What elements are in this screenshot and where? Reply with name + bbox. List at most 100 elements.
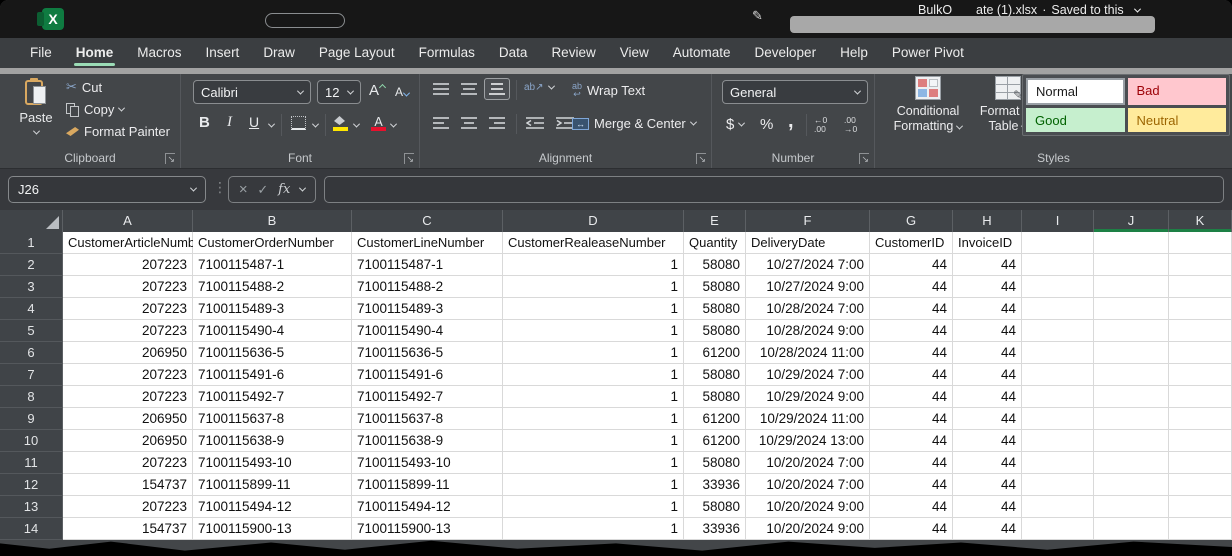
cell-D4[interactable]: 1 <box>503 298 684 320</box>
cell-G13[interactable]: 44 <box>870 496 953 518</box>
increase-font-button[interactable]: A <box>369 82 385 99</box>
cell-E7[interactable]: 58080 <box>684 364 746 386</box>
cell-E5[interactable]: 58080 <box>684 320 746 342</box>
percent-button[interactable]: % <box>760 116 773 133</box>
tab-data[interactable]: Data <box>487 38 540 68</box>
cell-I1[interactable] <box>1022 232 1094 254</box>
cell-B9[interactable]: 7100115637-8 <box>193 408 352 430</box>
tab-macros[interactable]: Macros <box>125 38 193 68</box>
style-bad[interactable]: Bad <box>1128 78 1227 105</box>
cell-H12[interactable]: 44 <box>953 474 1022 496</box>
cell-C3[interactable]: 7100115488-2 <box>352 276 503 298</box>
font-name-select[interactable]: Calibri <box>193 80 311 104</box>
cell-E8[interactable]: 58080 <box>684 386 746 408</box>
cell-K14[interactable] <box>1169 518 1232 540</box>
tab-help[interactable]: Help <box>828 38 880 68</box>
increase-decimal-button[interactable]: ←0 .00 <box>814 116 827 134</box>
align-top-button[interactable] <box>428 78 454 100</box>
number-format-select[interactable]: General <box>722 80 868 104</box>
cell-A8[interactable]: 207223 <box>63 386 193 408</box>
cell-H9[interactable]: 44 <box>953 408 1022 430</box>
cell-G8[interactable]: 44 <box>870 386 953 408</box>
row-header-2[interactable]: 2 <box>0 254 63 276</box>
insert-function-icon[interactable]: fx <box>278 182 290 197</box>
cell-A10[interactable]: 206950 <box>63 430 193 452</box>
column-header-F[interactable]: F <box>746 210 870 232</box>
cell-F10[interactable]: 10/29/2024 13:00 <box>746 430 870 452</box>
cell-B2[interactable]: 7100115487-1 <box>193 254 352 276</box>
cell-C1[interactable]: CustomerLineNumber <box>352 232 503 254</box>
cell-B7[interactable]: 7100115491-6 <box>193 364 352 386</box>
italic-button[interactable]: I <box>227 114 232 131</box>
merge-center-button[interactable]: ↔ Merge & Center <box>572 116 696 131</box>
cell-I5[interactable] <box>1022 320 1094 342</box>
cell-I12[interactable] <box>1022 474 1094 496</box>
wrap-text-button[interactable]: ab↩ Wrap Text <box>572 82 645 98</box>
cell-E12[interactable]: 33936 <box>684 474 746 496</box>
cell-C8[interactable]: 7100115492-7 <box>352 386 503 408</box>
column-header-I[interactable]: I <box>1022 210 1094 232</box>
cell-C14[interactable]: 7100115900-13 <box>352 518 503 540</box>
cell-K2[interactable] <box>1169 254 1232 276</box>
cell-D8[interactable]: 1 <box>503 386 684 408</box>
cell-B8[interactable]: 7100115492-7 <box>193 386 352 408</box>
cell-I11[interactable] <box>1022 452 1094 474</box>
cell-E11[interactable]: 58080 <box>684 452 746 474</box>
cut-button[interactable]: ✂ Cut <box>66 79 170 95</box>
cell-G3[interactable]: 44 <box>870 276 953 298</box>
cell-H5[interactable]: 44 <box>953 320 1022 342</box>
dialog-launcher-icon[interactable]: ↘ <box>165 153 175 164</box>
row-header-12[interactable]: 12 <box>0 474 63 496</box>
column-header-D[interactable]: D <box>503 210 684 232</box>
cell-E14[interactable]: 33936 <box>684 518 746 540</box>
cell-H14[interactable]: 44 <box>953 518 1022 540</box>
cell-A12[interactable]: 154737 <box>63 474 193 496</box>
column-header-B[interactable]: B <box>193 210 352 232</box>
cell-C5[interactable]: 7100115490-4 <box>352 320 503 342</box>
cell-F4[interactable]: 10/28/2024 7:00 <box>746 298 870 320</box>
cell-E3[interactable]: 58080 <box>684 276 746 298</box>
cell-J2[interactable] <box>1094 254 1169 276</box>
fill-color-button[interactable] <box>333 115 349 131</box>
cell-I2[interactable] <box>1022 254 1094 276</box>
cell-E10[interactable]: 61200 <box>684 430 746 452</box>
row-header-1[interactable]: 1 <box>0 232 63 254</box>
decrease-decimal-button[interactable]: .00 →0 <box>844 116 857 134</box>
cell-F5[interactable]: 10/28/2024 9:00 <box>746 320 870 342</box>
cell-G7[interactable]: 44 <box>870 364 953 386</box>
cell-I9[interactable] <box>1022 408 1094 430</box>
cell-A4[interactable]: 207223 <box>63 298 193 320</box>
cell-I10[interactable] <box>1022 430 1094 452</box>
cell-B12[interactable]: 7100115899-11 <box>193 474 352 496</box>
tab-file[interactable]: File <box>18 38 64 68</box>
comma-style-button[interactable]: , <box>788 110 794 133</box>
cell-G5[interactable]: 44 <box>870 320 953 342</box>
cell-C7[interactable]: 7100115491-6 <box>352 364 503 386</box>
cell-J11[interactable] <box>1094 452 1169 474</box>
chevron-down-icon[interactable] <box>32 128 39 135</box>
tab-page-layout[interactable]: Page Layout <box>307 38 407 68</box>
cell-C13[interactable]: 7100115494-12 <box>352 496 503 518</box>
cell-G2[interactable]: 44 <box>870 254 953 276</box>
cell-B5[interactable]: 7100115490-4 <box>193 320 352 342</box>
chevron-down-icon[interactable] <box>353 121 360 128</box>
style-good[interactable]: Good <box>1026 108 1125 133</box>
tab-power-pivot[interactable]: Power Pivot <box>880 38 976 68</box>
search-box[interactable] <box>790 16 1155 33</box>
row-header-8[interactable]: 8 <box>0 386 63 408</box>
cell-K7[interactable] <box>1169 364 1232 386</box>
cell-G10[interactable]: 44 <box>870 430 953 452</box>
cell-C12[interactable]: 7100115899-11 <box>352 474 503 496</box>
cell-G4[interactable]: 44 <box>870 298 953 320</box>
cell-F13[interactable]: 10/20/2024 9:00 <box>746 496 870 518</box>
cell-F7[interactable]: 10/29/2024 7:00 <box>746 364 870 386</box>
cell-A13[interactable]: 207223 <box>63 496 193 518</box>
style-normal[interactable]: Normal <box>1026 78 1125 105</box>
cell-A11[interactable]: 207223 <box>63 452 193 474</box>
format-painter-button[interactable]: Format Painter <box>66 124 170 139</box>
cell-D9[interactable]: 1 <box>503 408 684 430</box>
cell-J9[interactable] <box>1094 408 1169 430</box>
tab-review[interactable]: Review <box>539 38 607 68</box>
chevron-down-icon[interactable] <box>190 185 197 192</box>
cell-K9[interactable] <box>1169 408 1232 430</box>
